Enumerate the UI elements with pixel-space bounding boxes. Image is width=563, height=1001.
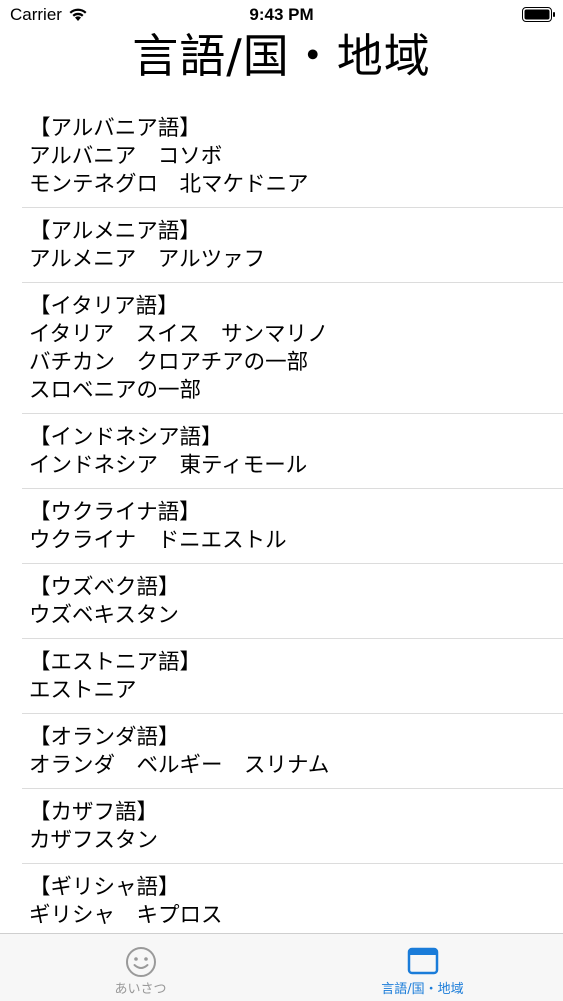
country-list: ウクライナ ドニエストル [29,528,287,553]
language-name: 【ウクライナ語】 [29,500,201,525]
language-list[interactable]: 【アルバニア語】 アルバニア コソボモンテネグロ 北マケドニア 【アルメニア語】アル… [0,105,563,933]
clock: 9:43 PM [249,5,314,24]
page-title: 言語/国・地域 [132,29,431,83]
list-item[interactable]: 【インドネシア語】インドネシア 東ティモール [22,414,563,489]
country-list: イタリア スイス サンマリノ [29,322,329,347]
country-list: インドネシア 東ティモール [29,453,308,478]
country-list: アルバニア コソボ [29,144,223,169]
list-item[interactable]: 【オランダ語】オランダ ベルギー スリナム [22,714,563,789]
tab-greeting-label: あいさつ [114,982,167,997]
country-list: エストニア [29,678,137,703]
country-list: ウズベキスタン [29,603,179,628]
country-list: バチカン クロアチアの一部 [29,350,309,375]
country-list: ギリシャ キプロス [29,903,223,928]
language-name: 【オランダ語】 [29,725,180,750]
country-list: オランダ ベルギー スリナム [29,753,330,778]
language-name: 【インドネシア語】 [29,425,223,450]
language-name: 【エストニア語】 [29,650,202,675]
list-item[interactable]: 【エストニア語】 エストニア [22,639,563,714]
list-item[interactable]: 【アルバニア語】 アルバニア コソボモンテネグロ 北マケドニア [22,105,563,208]
list-item[interactable]: 【カザフ語】 カザフスタン [22,789,563,864]
language-name: 【ギリシャ語】 [29,875,180,900]
tab-bar: あいさつ 言語/国・地域 [0,933,563,1001]
country-list: アルメニア アルツァフ [29,247,266,272]
language-name: 【アルメニア語】 [29,219,201,244]
list-item[interactable]: 【ギリシャ語】ギリシャ キプロス [22,864,563,933]
list-item[interactable]: 【ウクライナ語】ウクライナ ドニエストル [22,489,563,564]
country-list: スロベニアの一部 [29,378,202,403]
language-name: 【ウズベク語】 [29,575,180,600]
language-name: 【カザフ語】 [29,800,159,825]
list-item[interactable]: 【アルメニア語】アルメニア アルツァフ [22,208,563,283]
list-item[interactable]: 【イタリア語】イタリア スイス サンマリノ バチカン クロアチアの一部 スロベニアの… [22,283,563,414]
tab-language-region[interactable]: 言語/国・地域 [282,934,563,1001]
tab-greeting[interactable]: あいさつ [0,934,281,1001]
country-list: モンテネグロ 北マケドニア [29,172,309,197]
tab-language-region-label: 言語/国・地域 [381,982,464,997]
language-name: 【アルバニア語】 [29,116,201,141]
list-item[interactable]: 【ウズベク語】 ウズベキスタン [22,564,563,639]
country-list: カザフスタン [29,828,159,853]
window-icon [407,947,438,975]
status-bar: Carrier 9:43 PM [0,0,563,30]
battery-icon [522,7,555,22]
smiley-icon [125,947,156,977]
language-name: 【イタリア語】 [29,294,179,319]
